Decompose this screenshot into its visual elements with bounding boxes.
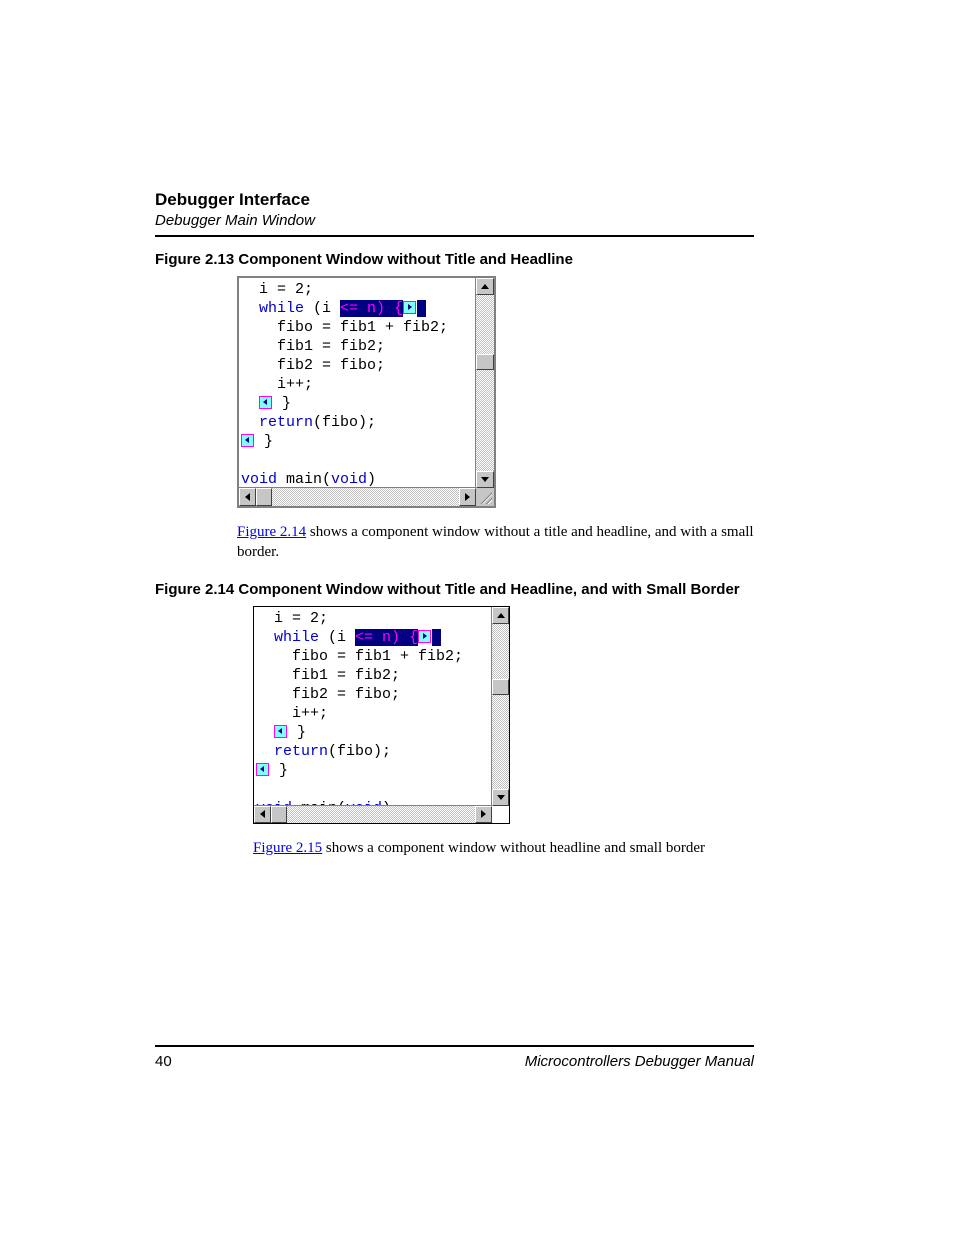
- footer-rule: [155, 1045, 754, 1047]
- code-line: }: [241, 433, 273, 450]
- scroll-thumb[interactable]: [476, 354, 494, 370]
- code-line: }: [241, 395, 291, 412]
- code-area[interactable]: i = 2; while (i <= n) { fibo = fib1 + fi…: [254, 607, 492, 806]
- code-line: i++;: [256, 705, 328, 722]
- expand-right-icon[interactable]: [403, 301, 416, 314]
- scroll-thumb[interactable]: [271, 806, 287, 823]
- collapse-left-icon[interactable]: [256, 763, 269, 776]
- code-area[interactable]: i = 2; while (i <= n) { fibo = fib1 + fi…: [239, 278, 476, 488]
- code-line: fib2 = fibo;: [241, 357, 385, 374]
- figure-link[interactable]: Figure 2.14: [237, 524, 306, 540]
- scroll-left-button[interactable]: [254, 806, 271, 823]
- horizontal-scrollbar[interactable]: [254, 805, 492, 823]
- resize-grip-icon[interactable]: [476, 488, 494, 506]
- code-line: while (i <= n) {: [241, 300, 426, 317]
- code-line: fib1 = fib2;: [256, 667, 400, 684]
- scroll-right-button[interactable]: [459, 488, 476, 506]
- code-line: void main(void): [241, 471, 376, 488]
- code-line: fibo = fib1 + fib2;: [256, 648, 463, 665]
- code-line: fib2 = fibo;: [256, 686, 400, 703]
- body-paragraph: Figure 2.15 shows a component window wit…: [253, 838, 754, 858]
- scroll-left-button[interactable]: [239, 488, 256, 506]
- figure-caption: Figure 2.13 Component Window without Tit…: [155, 251, 754, 268]
- scroll-up-button[interactable]: [476, 278, 494, 295]
- header-subtitle: Debugger Main Window: [155, 212, 754, 229]
- component-window: i = 2; while (i <= n) { fibo = fib1 + fi…: [253, 606, 510, 824]
- code-line: i = 2;: [256, 610, 328, 627]
- figure-caption: Figure 2.14 Component Window without Tit…: [155, 581, 754, 598]
- code-line: while (i <= n) {: [256, 629, 441, 646]
- code-line: i = 2;: [241, 281, 313, 298]
- code-line: i++;: [241, 376, 313, 393]
- vertical-scrollbar[interactable]: [491, 607, 509, 806]
- code-line: return(fibo);: [256, 743, 391, 760]
- code-line: return(fibo);: [241, 414, 376, 431]
- code-line: fib1 = fib2;: [241, 338, 385, 355]
- horizontal-scrollbar[interactable]: [239, 487, 476, 506]
- collapse-left-icon[interactable]: [274, 725, 287, 738]
- book-title: Microcontrollers Debugger Manual: [525, 1053, 754, 1070]
- body-paragraph: Figure 2.14 shows a component window wit…: [237, 522, 754, 563]
- scroll-down-button[interactable]: [492, 789, 509, 806]
- code-line: }: [256, 762, 288, 779]
- scroll-right-button[interactable]: [475, 806, 492, 823]
- code-line: fibo = fib1 + fib2;: [241, 319, 448, 336]
- scroll-down-button[interactable]: [476, 471, 494, 488]
- scroll-thumb[interactable]: [256, 488, 272, 506]
- vertical-scrollbar[interactable]: [475, 278, 494, 488]
- page-number: 40: [155, 1053, 172, 1070]
- scroll-thumb[interactable]: [492, 679, 509, 695]
- figure-link[interactable]: Figure 2.15: [253, 840, 322, 856]
- collapse-left-icon[interactable]: [259, 396, 272, 409]
- header-title: Debugger Interface: [155, 190, 754, 210]
- scroll-up-button[interactable]: [492, 607, 509, 624]
- component-window: i = 2; while (i <= n) { fibo = fib1 + fi…: [237, 276, 496, 508]
- header-rule: [155, 235, 754, 237]
- collapse-left-icon[interactable]: [241, 434, 254, 447]
- expand-right-icon[interactable]: [418, 630, 431, 643]
- code-line: }: [256, 724, 306, 741]
